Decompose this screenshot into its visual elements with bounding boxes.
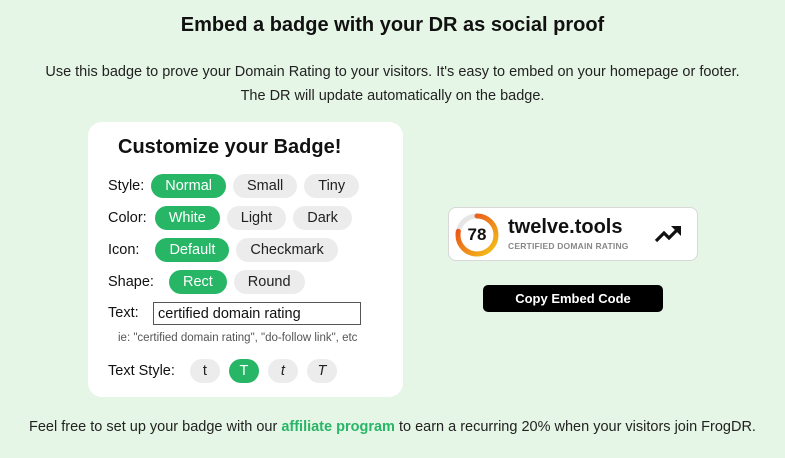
text-style-italic-uppercase-button[interactable]: T (306, 359, 337, 383)
color-dark-button[interactable]: Dark (293, 206, 352, 230)
shape-rect-button[interactable]: Rect (168, 270, 227, 294)
shape-round-button[interactable]: Round (233, 270, 305, 294)
text-style-uppercase-button[interactable]: T (228, 359, 259, 383)
icon-default-button[interactable]: Default (155, 238, 230, 262)
text-style-row: Text Style: t T t T (108, 359, 344, 383)
style-row: Style: Normal Small Tiny (108, 174, 366, 198)
footer-text: Feel free to set up your badge with our … (0, 419, 785, 435)
shape-label: Shape: (108, 274, 154, 290)
text-label: Text: (108, 305, 139, 321)
page-subtitle: Use this badge to prove your Domain Rati… (0, 60, 785, 108)
subtitle-line-1: Use this badge to prove your Domain Rati… (45, 64, 740, 80)
color-white-button[interactable]: White (154, 206, 220, 230)
text-hint: ie: "certified domain rating", "do-follo… (118, 332, 358, 344)
text-row: Text: (108, 301, 147, 325)
badge-site-name: twelve.tools (508, 216, 623, 238)
badge-preview: 78 twelve.tools CERTIFIED DOMAIN RATING (448, 207, 698, 261)
text-style-label: Text Style: (108, 363, 175, 379)
footer-before: Feel free to set up your badge with our (29, 419, 282, 435)
customize-panel: Customize your Badge! Style: Normal Smal… (88, 122, 403, 397)
badge-text-input[interactable] (153, 302, 361, 325)
style-small-button[interactable]: Small (233, 174, 298, 198)
subtitle-line-2: The DR will update automatically on the … (240, 88, 545, 104)
panel-title: Customize your Badge! (118, 136, 342, 158)
style-normal-button[interactable]: Normal (151, 174, 226, 198)
text-style-italic-lowercase-button[interactable]: t (267, 359, 298, 383)
text-style-lowercase-button[interactable]: t (189, 359, 220, 383)
affiliate-program-link[interactable]: affiliate program (281, 419, 395, 435)
footer-after: to earn a recurring 20% when your visito… (394, 419, 756, 435)
color-row: Color: White Light Dark (108, 206, 359, 230)
color-light-button[interactable]: Light (226, 206, 287, 230)
trending-up-icon (654, 226, 681, 243)
icon-row: Icon: Default Checkmark (108, 238, 345, 262)
page-title: Embed a badge with your DR as social pro… (180, 14, 605, 36)
badge-score: 78 (467, 225, 487, 244)
shape-row: Shape: Rect Round (108, 270, 312, 294)
icon-checkmark-button[interactable]: Checkmark (236, 238, 338, 262)
icon-label: Icon: (108, 242, 140, 258)
badge-subtitle: CERTIFIED DOMAIN RATING (508, 241, 629, 251)
style-tiny-button[interactable]: Tiny (304, 174, 360, 198)
copy-embed-code-button[interactable]: Copy Embed Code (483, 285, 663, 312)
style-label: Style: (108, 178, 145, 194)
color-label: Color: (108, 210, 147, 226)
